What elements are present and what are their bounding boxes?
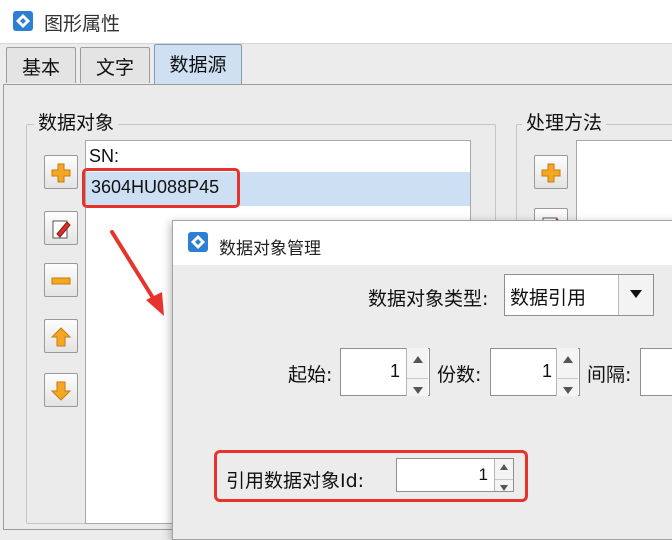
move-down-button[interactable] [44,373,78,407]
remove-object-button[interactable] [44,263,78,297]
object-type-value: 数据引用 [510,287,587,309]
spin-down-button[interactable] [557,387,578,410]
add-object-button[interactable] [44,155,78,189]
window-title: 图形属性 [44,13,121,35]
copies-spinner[interactable] [556,348,578,396]
chevron-down-icon [630,290,642,298]
interval-label: 间隔: [587,364,632,386]
edit-object-button[interactable] [44,211,78,245]
edit-icon [52,220,71,239]
process-method-group-label: 处理方法 [522,108,607,135]
object-type-label: 数据对象类型: [368,288,489,310]
interval-input[interactable] [640,348,672,396]
data-object-group-label: 数据对象 [34,108,119,135]
caret-down-icon [412,387,423,394]
tab-basic[interactable]: 基本 [6,47,76,83]
start-spinner[interactable] [406,348,428,396]
spin-up-button[interactable] [407,356,428,379]
tab-datasource[interactable]: 数据源 [154,44,242,84]
move-up-button[interactable] [44,319,78,353]
app-logo-icon [187,231,209,253]
plus-icon [51,163,71,183]
arrow-down-icon [50,381,72,401]
list-item[interactable]: SN: [89,146,119,167]
spin-down-button[interactable] [407,387,428,410]
caret-down-icon [562,387,573,394]
start-label: 起始: [288,364,333,386]
minus-icon [51,277,71,285]
add-process-button[interactable] [534,155,568,189]
arrow-up-icon [50,327,72,347]
dialog-title: 数据对象管理 [219,239,321,259]
dropdown-button[interactable] [618,275,653,315]
highlight-annotation-box [214,450,528,502]
spin-up-button[interactable] [557,356,578,379]
highlight-annotation-box [82,168,240,208]
app-logo-icon [12,10,34,32]
plus-icon [541,163,561,183]
copies-label: 份数: [437,364,482,386]
caret-up-icon [562,356,573,363]
caret-up-icon [412,356,423,363]
start-value: 1 [389,361,400,381]
copies-value: 1 [541,361,552,381]
tab-text[interactable]: 文字 [80,47,150,83]
